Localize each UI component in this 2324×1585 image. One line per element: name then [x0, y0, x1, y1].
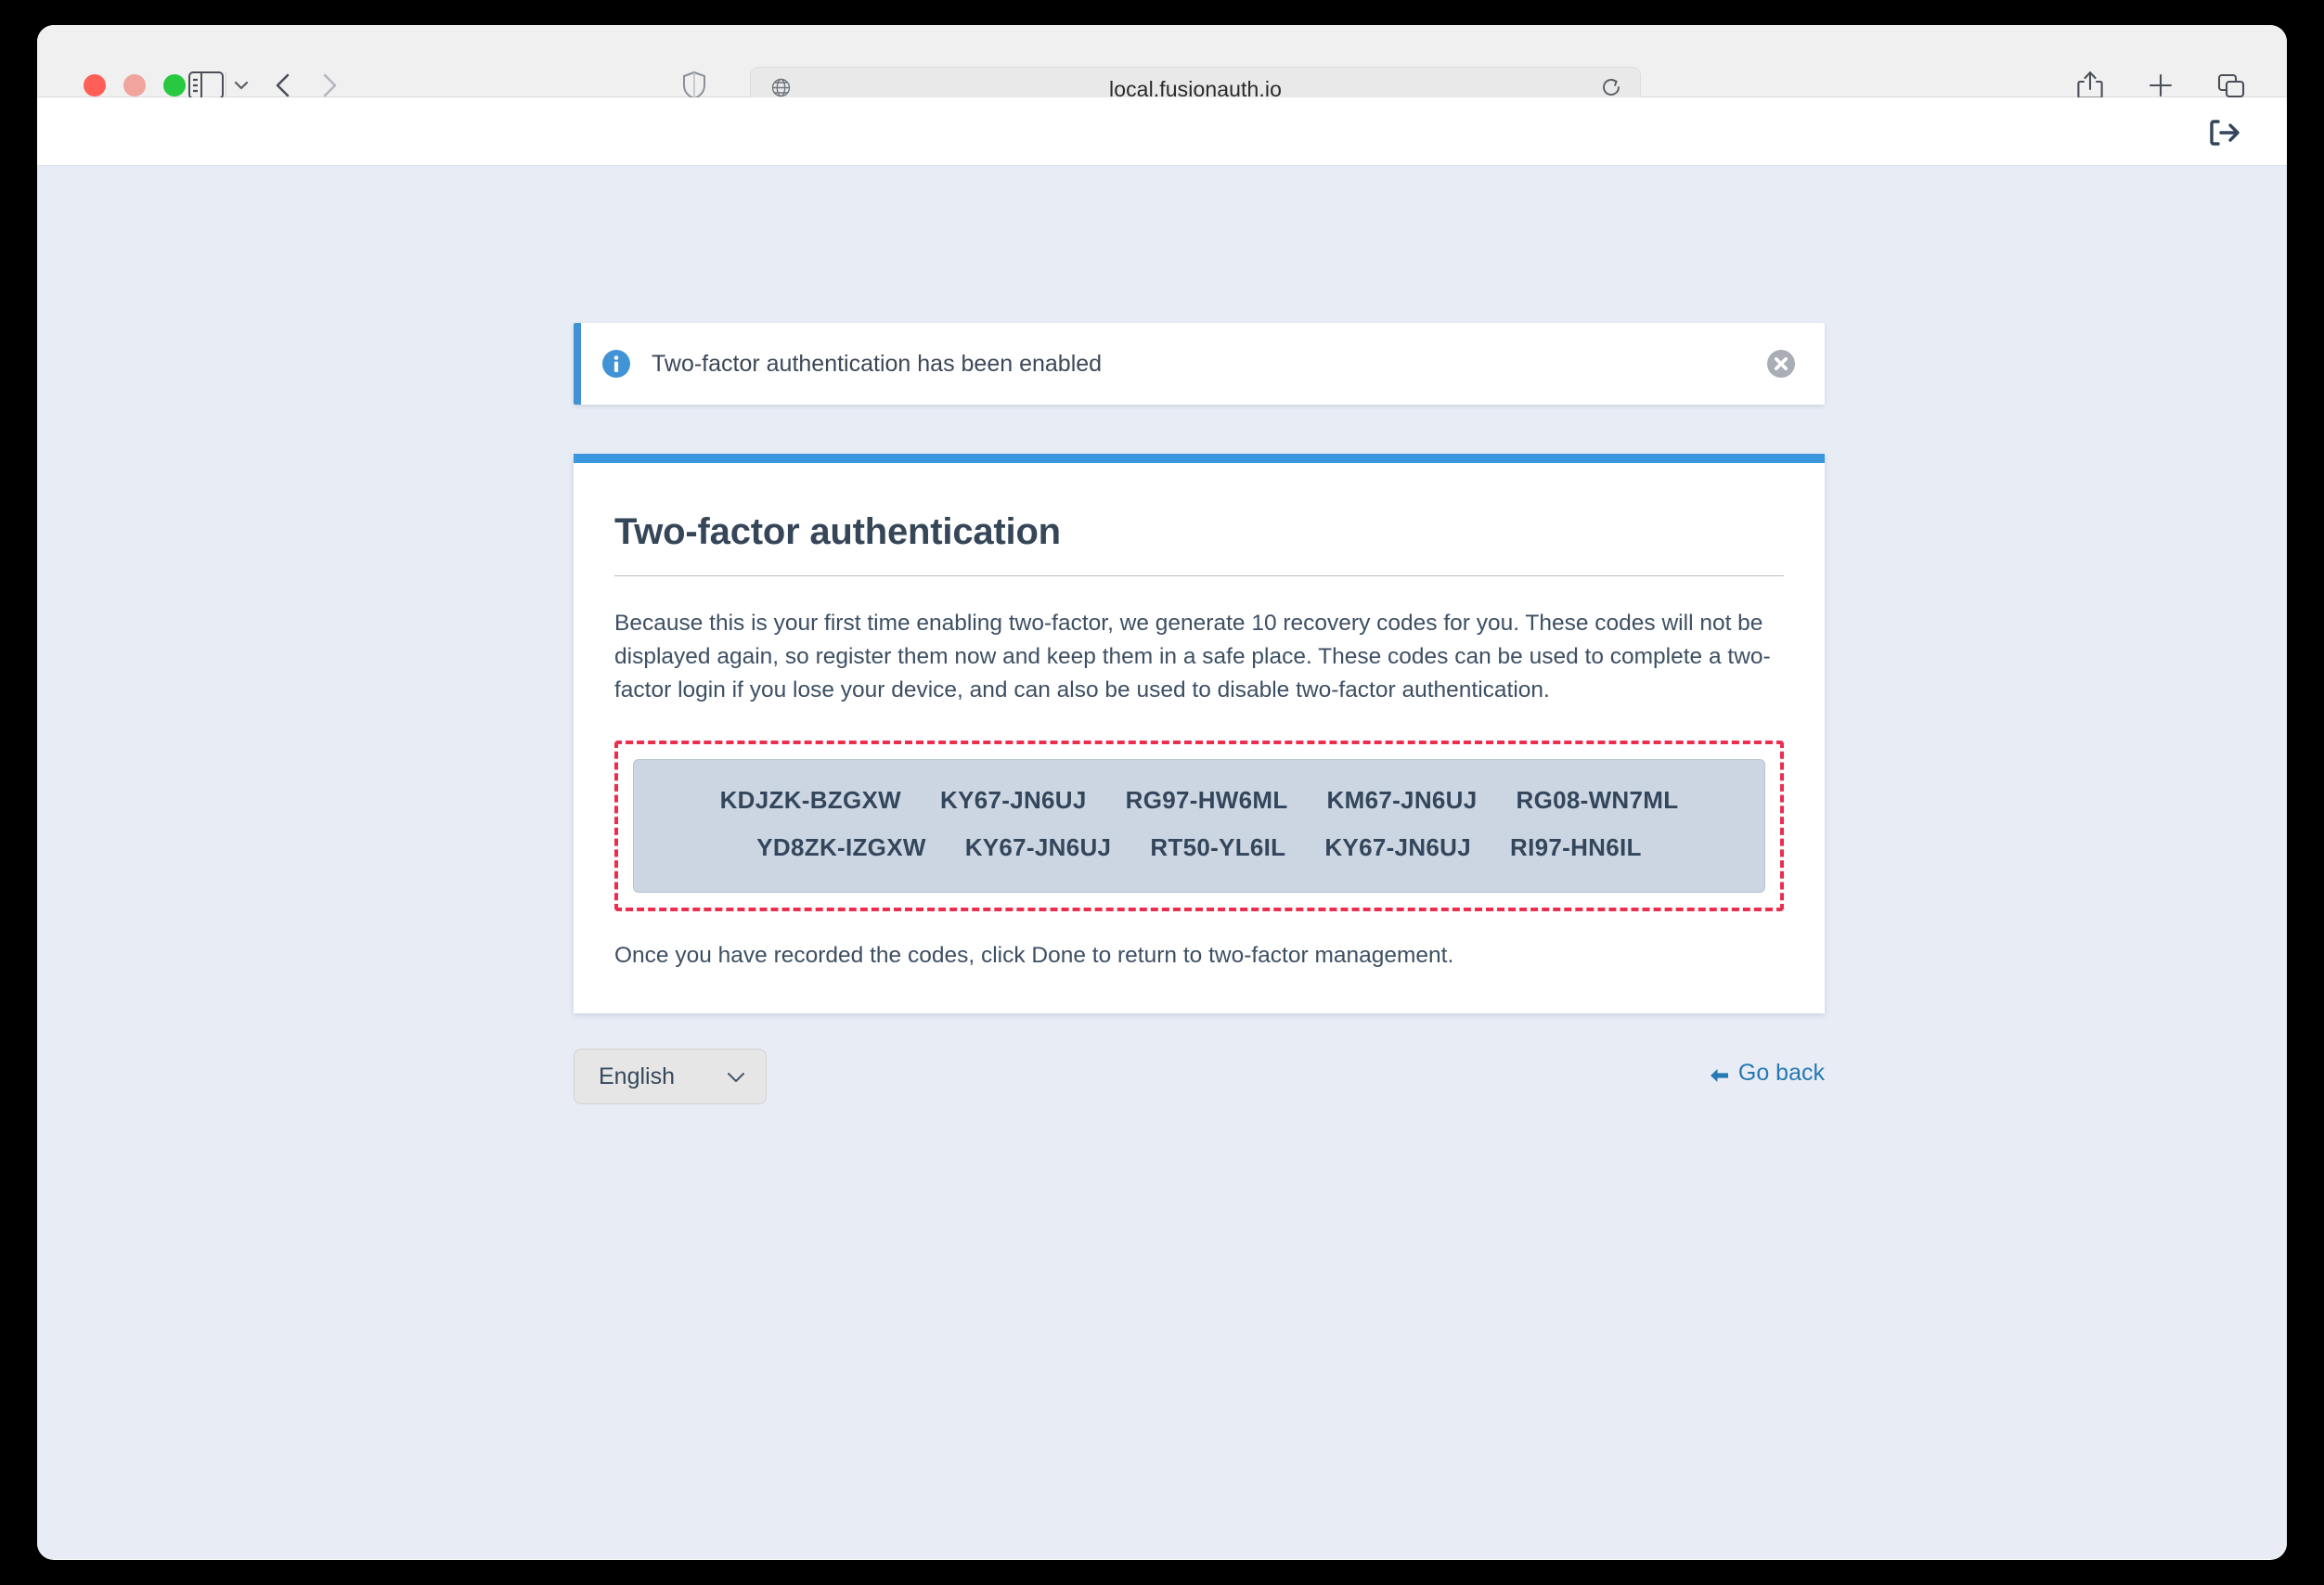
recovery-codes-box: KDJZK-BZGXW KY67-JN6UJ RG97-HW6ML KM67-J… [633, 759, 1765, 893]
content-column: Two-factor authentication has been enabl… [574, 166, 1825, 1114]
toolbar-right-actions [2075, 70, 2246, 101]
info-circle-icon [601, 349, 631, 379]
recovery-code: RG97-HW6ML [1125, 786, 1288, 814]
recovery-code: KY67-JN6UJ [1324, 833, 1471, 861]
shield-icon[interactable] [681, 71, 707, 100]
recovery-codes-row: KDJZK-BZGXW KY67-JN6UJ RG97-HW6ML KM67-J… [656, 786, 1742, 815]
close-circle-icon[interactable] [1765, 348, 1797, 380]
alert-message: Two-factor authentication has been enabl… [652, 350, 1103, 377]
recovery-code: KM67-JN6UJ [1326, 786, 1478, 814]
recovery-code: RI97-HN6IL [1510, 833, 1642, 861]
card-description: Because this is your first time enabling… [614, 611, 1771, 702]
page-title: Two-factor authentication [614, 511, 1061, 552]
window-controls [84, 74, 186, 97]
share-icon[interactable] [2075, 70, 2105, 101]
tab-overview-chevron-down-icon[interactable] [230, 73, 252, 97]
recovery-code: YD8ZK-IZGXW [756, 833, 926, 861]
go-back-label: Go back [1737, 1060, 1825, 1086]
browser-window: local.fusionauth.io Two-factor authentic… [37, 25, 2287, 1560]
app-header [37, 97, 2287, 166]
recovery-code: KDJZK-BZGXW [719, 786, 901, 814]
browser-toolbar: local.fusionauth.io [37, 25, 2287, 106]
language-select[interactable]: English [574, 1049, 767, 1104]
recovery-codes-highlight: KDJZK-BZGXW KY67-JN6UJ RG97-HW6ML KM67-J… [614, 741, 1784, 911]
title-divider [614, 575, 1784, 576]
maximize-window-button[interactable] [163, 74, 186, 97]
close-window-button[interactable] [84, 74, 106, 97]
browser-back-button[interactable] [270, 70, 296, 101]
logout-icon[interactable] [2205, 114, 2244, 151]
two-factor-card: Two-factor authentication Because this i… [574, 454, 1825, 1013]
alert-banner: Two-factor authentication has been enabl… [574, 323, 1825, 405]
card-footnote: Once you have recorded the codes, click … [614, 943, 1454, 968]
plus-icon[interactable] [2146, 70, 2176, 101]
recovery-code: KY67-JN6UJ [964, 833, 1112, 861]
recovery-code: KY67-JN6UJ [940, 786, 1087, 814]
reload-icon[interactable] [1601, 77, 1621, 97]
arrow-left-icon [1709, 1064, 1729, 1083]
chevron-down-icon [727, 1071, 745, 1083]
recovery-codes-row: YD8ZK-IZGXW KY67-JN6UJ RT50-YL6IL KY67-J… [656, 833, 1742, 862]
sidebar-toggle-icon[interactable] [188, 71, 224, 99]
card-footer-controls: English Go back [574, 1049, 1825, 1114]
browser-forward-button[interactable] [316, 70, 342, 101]
language-select-value: English [599, 1063, 675, 1089]
page-body: Two-factor authentication has been enabl… [37, 166, 2287, 1559]
tabs-icon[interactable] [2216, 70, 2246, 101]
go-back-link[interactable]: Go back [1709, 1060, 1825, 1087]
recovery-code: RG08-WN7ML [1516, 786, 1679, 814]
minimize-window-button[interactable] [123, 74, 146, 97]
recovery-code: RT50-YL6IL [1150, 833, 1286, 861]
